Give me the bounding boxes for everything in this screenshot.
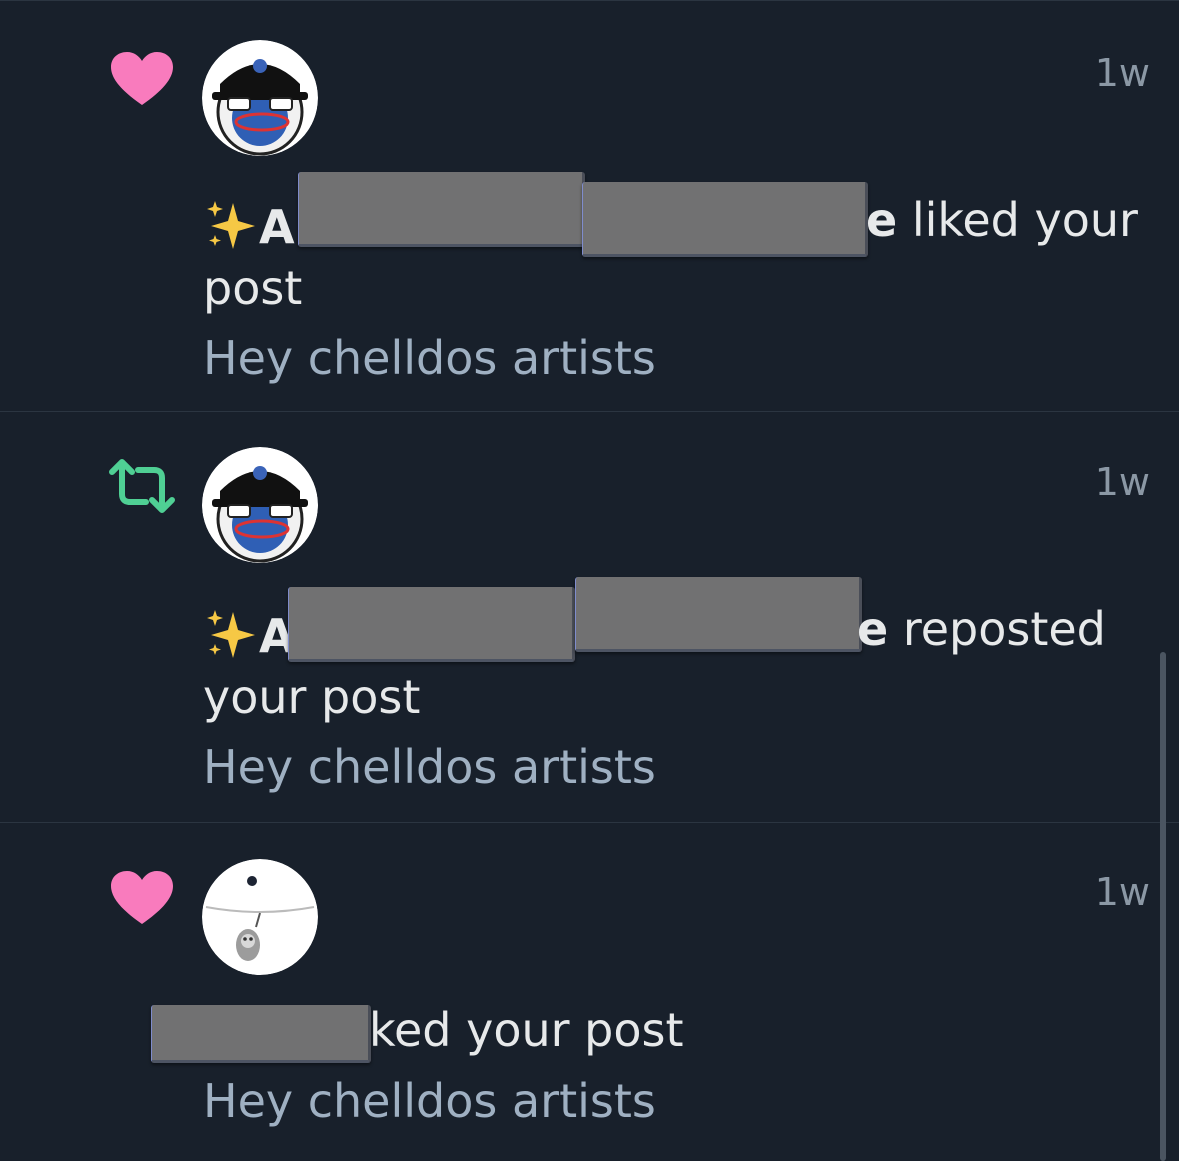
timestamp: 1w: [1094, 460, 1150, 504]
scrollbar[interactable]: [1160, 652, 1166, 1161]
action-text-wrap: post: [203, 261, 303, 315]
post-preview[interactable]: Hey chelldos artists: [203, 335, 656, 381]
action-text: ked your post: [369, 1003, 684, 1057]
notification-repost[interactable]: 1w A e reposted your post Hey chelldos a…: [0, 412, 1179, 823]
notifications-feed: 1w A e liked your post Hey chelldos arti…: [0, 0, 1179, 1161]
timestamp: 1w: [1094, 870, 1150, 914]
notification-text: A: [203, 606, 295, 662]
user-name-start[interactable]: A: [259, 200, 295, 254]
notification-text: A: [203, 197, 295, 253]
sparkles-icon: [207, 201, 255, 249]
avatar[interactable]: [202, 859, 318, 975]
notification-text-end: e reposted: [857, 606, 1106, 652]
notification-like[interactable]: 1w ked your post Hey chelldos artists: [0, 823, 1179, 1161]
notification-like[interactable]: 1w A e liked your post Hey chelldos arti…: [0, 0, 1179, 412]
redaction-block: [298, 172, 585, 247]
post-preview[interactable]: Hey chelldos artists: [203, 744, 656, 790]
timestamp: 1w: [1094, 51, 1150, 95]
redaction-block: [582, 182, 868, 257]
avatar[interactable]: [202, 447, 318, 563]
heart-icon: [111, 52, 173, 105]
user-name-end[interactable]: e: [866, 193, 897, 247]
sparkles-icon: [207, 610, 255, 658]
redaction-block: [288, 587, 575, 662]
action-text-wrap: your post: [203, 670, 421, 724]
notification-text-end: e liked your: [866, 197, 1138, 243]
user-name-end[interactable]: e: [857, 602, 888, 656]
redaction-block: [575, 577, 862, 652]
avatar[interactable]: [202, 40, 318, 156]
redaction-block: [151, 1005, 371, 1063]
repost-icon: [109, 459, 175, 513]
heart-icon: [111, 871, 173, 924]
action-text: liked your: [897, 193, 1138, 247]
post-preview[interactable]: Hey chelldos artists: [203, 1078, 656, 1124]
action-text: reposted: [888, 602, 1106, 656]
